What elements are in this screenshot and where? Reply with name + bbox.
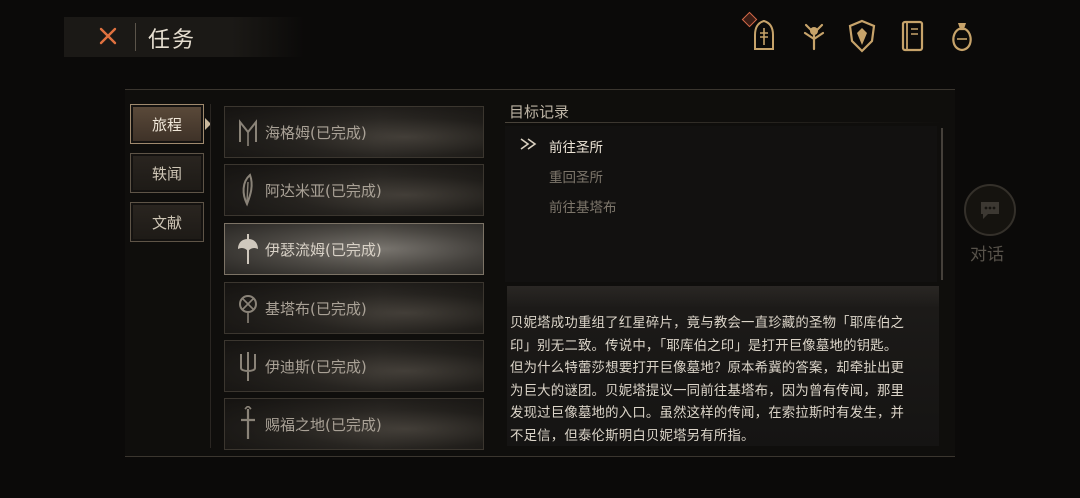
region-label: 基塔布(已完成)	[265, 299, 367, 318]
close-icon	[99, 27, 117, 45]
tab-label: 文献	[151, 213, 182, 232]
region-label: 海格姆(已完成)	[265, 123, 367, 142]
tab-anecdotes[interactable]: 轶闻	[130, 153, 204, 193]
region-item-yidisi[interactable]: 伊迪斯(已完成)	[224, 340, 484, 392]
tab-label: 轶闻	[151, 164, 182, 183]
region-item-cifuzhidi[interactable]: 赐福之地(已完成)	[224, 398, 484, 450]
bag-icon	[952, 23, 972, 52]
objectives-scrollbar[interactable]	[941, 128, 943, 280]
tab-documents[interactable]: 文献	[130, 202, 204, 242]
shield-button[interactable]	[844, 16, 880, 56]
dialogue-button[interactable]	[964, 184, 1016, 236]
current-objective-arrow-icon	[520, 138, 537, 150]
story-text: 贝妮塔成功重组了红星碎片，竟与教会一直珍藏的圣物「耶库伯之 印」别无二致。传说中…	[510, 316, 905, 444]
rune-m-icon	[233, 112, 263, 152]
region-label: 伊瑟流姆(已完成)	[265, 240, 382, 259]
story-description: 贝妮塔成功重组了红星碎片，竟与教会一直珍藏的圣物「耶库伯之 印」别无二致。传说中…	[507, 286, 939, 446]
region-item-jitabu[interactable]: 基塔布(已完成)	[224, 282, 484, 334]
objectives-header-line	[505, 122, 945, 123]
objective-item: 前往基塔布	[549, 200, 617, 216]
objectives-header: 目标记录	[509, 103, 570, 121]
region-item-adamiya[interactable]: 阿达米亚(已完成)	[224, 164, 484, 216]
list-divider	[210, 104, 211, 448]
skill-tree-icon	[803, 23, 825, 51]
journal-icon	[901, 20, 924, 52]
objective-item: 重回圣所	[549, 170, 603, 186]
character-icon	[754, 19, 774, 50]
objective-item: 前往圣所	[549, 140, 603, 156]
page-title: 任务	[148, 28, 197, 53]
feather-icon	[233, 170, 263, 210]
tab-journey[interactable]: 旅程	[130, 104, 211, 144]
shield-icon	[848, 19, 876, 53]
trident-icon	[233, 346, 263, 386]
region-label: 赐福之地(已完成)	[265, 415, 382, 434]
region-label: 伊迪斯(已完成)	[265, 357, 367, 376]
character-button[interactable]	[741, 11, 782, 56]
sword-icon	[233, 404, 263, 444]
crest-icon	[233, 288, 263, 328]
region-item-hegemu[interactable]: 海格姆(已完成)	[224, 106, 484, 158]
axe-icon	[233, 229, 263, 269]
region-list: 海格姆(已完成) 阿达米亚(已完成) 伊瑟流姆(已完成) 基塔布(已完成) 伊迪…	[224, 104, 484, 452]
journal-button[interactable]	[894, 16, 930, 56]
speech-bubble-icon	[981, 202, 999, 219]
region-label: 阿达米亚(已完成)	[265, 181, 382, 200]
objectives-list: 前往圣所 重回圣所 前往基塔布	[505, 126, 937, 282]
bag-button[interactable]	[944, 16, 980, 56]
skill-tree-button[interactable]	[796, 16, 832, 56]
dialogue-label: 对话	[970, 245, 1004, 265]
close-button[interactable]	[94, 22, 122, 50]
title-divider	[135, 23, 136, 51]
region-item-yiseliumu[interactable]: 伊瑟流姆(已完成)	[224, 223, 484, 275]
tab-label: 旅程	[151, 115, 182, 134]
